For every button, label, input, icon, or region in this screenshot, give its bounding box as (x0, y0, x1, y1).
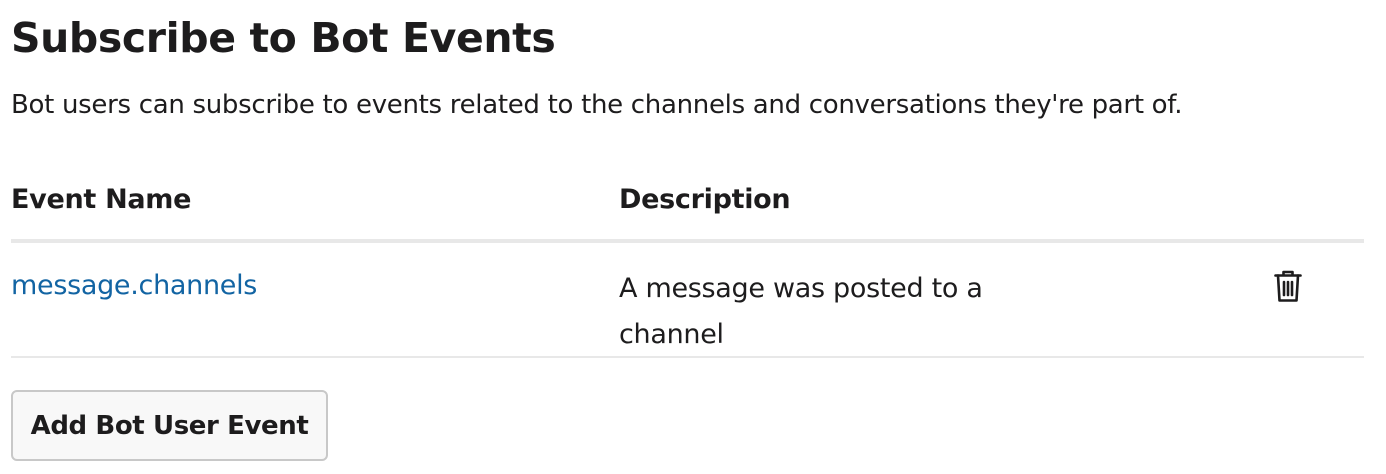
remove-event-button[interactable] (1269, 267, 1307, 305)
page-title: Subscribe to Bot Events (11, 14, 556, 62)
column-header-event-name: Event Name (11, 184, 192, 215)
event-description: A message was posted to a channel (619, 273, 983, 350)
event-name-link[interactable]: message.channels (11, 266, 257, 306)
row-divider (11, 356, 1364, 358)
table-row: message.channels A message was posted to… (11, 243, 1364, 356)
column-header-description: Description (619, 184, 791, 215)
trash-icon (1273, 269, 1303, 303)
add-bot-user-event-button[interactable]: Add Bot User Event (11, 390, 328, 461)
section-description: Bot users can subscribe to events relate… (11, 90, 1183, 120)
